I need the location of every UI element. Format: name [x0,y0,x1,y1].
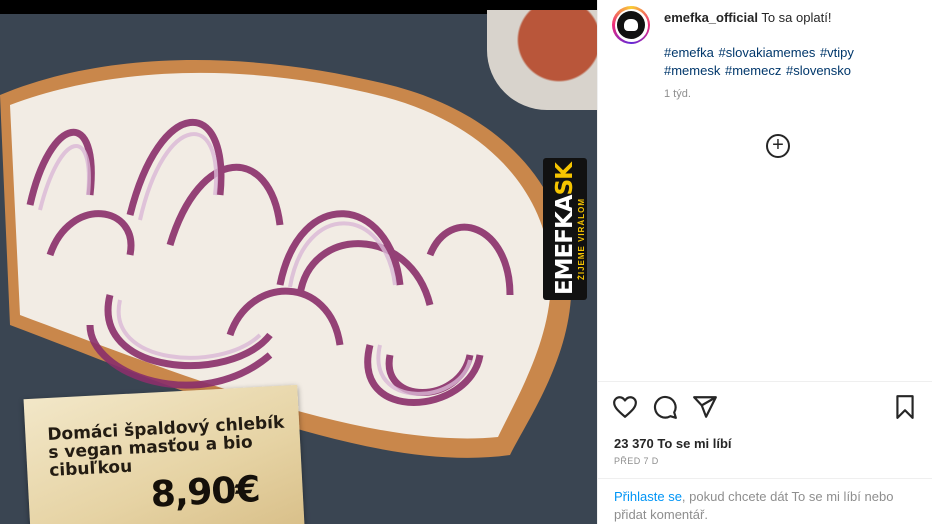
avatar-ring-inner [614,8,648,42]
avatar[interactable] [612,6,650,44]
hashtag-link[interactable]: #slovensko [786,63,851,78]
hashtag-link[interactable]: #vtipy [820,45,854,60]
send-icon[interactable] [692,394,718,420]
hashtag-link[interactable]: #memesk [664,63,720,78]
action-bar [612,394,920,420]
login-link[interactable]: Přihlaste se [614,489,682,504]
emefka-watermark: EMEFKASK ŽIJEME VIRÁLOM [543,158,587,300]
watermark-sk: SK [552,162,578,196]
divider [598,381,932,382]
likes-count[interactable]: 23 370 To se mi líbí [614,436,732,451]
caption: emefka_official To sa oplatí! [664,9,924,27]
caption-text: To sa oplatí! [761,10,832,25]
username-link[interactable]: emefka_official [664,10,758,25]
watermark-main: EMEFKA [552,195,578,296]
divider [598,478,932,479]
post-image: EMEFKASK ŽIJEME VIRÁLOM Domáci špaldový … [0,0,597,524]
avatar-logo-icon [617,11,645,39]
plus-circle-icon[interactable]: + [766,134,790,158]
watermark-slogan: ŽIJEME VIRÁLOM [577,198,586,281]
login-prompt: Přihlaste se, pokud chcete dát To se mi … [614,488,919,524]
hashtags: #emefka #slovakiamemes #vtipy #memesk #m… [664,44,914,80]
watermark-logo-text: EMEFKASK [552,163,578,295]
bookmark-icon[interactable] [892,394,918,420]
hashtag-link[interactable]: #emefka [664,45,714,60]
post-date[interactable]: PŘED 7 D [614,456,659,466]
caption-time[interactable]: 1 týd. [664,88,691,100]
hashtag-link[interactable]: #slovakiamemes [719,45,816,60]
comment-icon[interactable] [652,394,678,420]
price-card: Domáci špaldový chlebík s vegan masťou a… [23,384,305,524]
heart-icon[interactable] [612,394,638,420]
hashtag-link[interactable]: #memecz [725,63,781,78]
post-panel: emefka_official To sa oplatí! #emefka #s… [597,0,932,524]
price-value: 8,90€ [149,469,261,516]
